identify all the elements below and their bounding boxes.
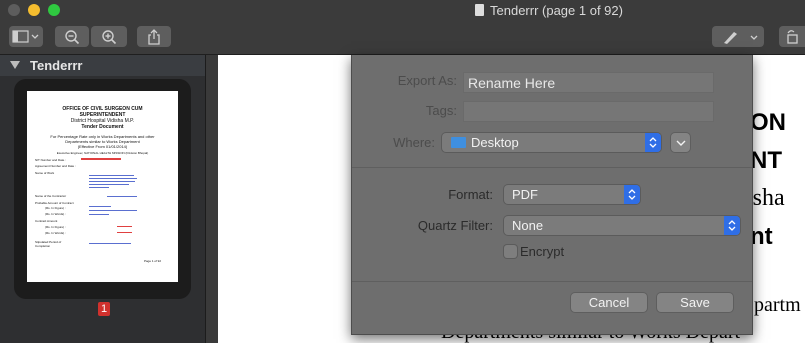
zoom-out-button[interactable] [55,26,89,47]
thumb-field: NIT Number and Date : [35,158,66,162]
thumb-red-text [117,226,132,227]
popup-stepper-icon [645,133,661,152]
thumb-field: (Rs. In Words) : [45,231,66,235]
tags-label: Tags: [425,103,457,118]
save-button[interactable]: Save [657,293,733,312]
doc-text: partm [754,294,801,316]
encrypt-checkbox[interactable] [504,245,517,258]
thumb-red-text [117,232,132,233]
zoom-in-button[interactable] [91,26,127,47]
rotate-button[interactable] [779,26,805,47]
window-title-text: Tenderrr (page 1 of 92) [490,3,623,18]
folder-icon [451,137,466,148]
thumbnail-sidebar: Tenderrr OFFICE OF CIVIL SURGEON CUM SUP… [0,55,206,343]
thumb-line: (Effective From 01/01/2014) [77,144,128,149]
close-window-button[interactable] [8,4,20,16]
quartz-filter-popup[interactable]: None [504,216,740,235]
thumb-line: Tender Document [81,124,124,130]
export-as-value: Rename Here [468,75,556,91]
rotate-icon [787,30,798,44]
thumb-blue-text [107,196,137,197]
thumb-field: Completion [35,244,51,248]
export-as-label: Export As: [397,73,457,88]
thumb-field: (Rs. In Figure) : [45,225,66,229]
format-popup[interactable]: PDF [504,185,640,204]
where-label: Where: [393,135,435,150]
document-icon [475,4,484,16]
format-value: PDF [512,187,538,202]
thumb-blue-text [89,210,137,211]
quartz-filter-label: Quartz Filter: [417,218,493,233]
export-dialog: Export As: Rename Here Tags: Where: Desk… [351,55,753,335]
separator [352,167,752,168]
doc-text: nt [750,223,773,250]
zoom-window-button[interactable] [48,4,60,16]
thumb-footer: Page 1 of 92 [144,259,162,263]
page-number-badge: 1 [98,302,110,316]
quartz-filter-value: None [512,218,544,233]
page-thumbnail[interactable]: OFFICE OF CIVIL SURGEON CUM SUPERINTENDE… [14,79,191,299]
cancel-button[interactable]: Cancel [571,293,647,312]
thumbnail-page[interactable]: OFFICE OF CIVIL SURGEON CUM SUPERINTENDE… [27,91,178,282]
thumb-field: Probable Amount of Contract [35,201,74,205]
thumb-line: Executive Engineer, NATIONAL HEALTH MISS… [56,151,149,155]
sidebar-toggle-icon [12,30,39,43]
thumb-red-text [81,158,121,160]
thumb-field: (Rs. In Figure) : [45,206,66,210]
thumb-blue-text [89,214,109,215]
tags-field[interactable] [463,101,714,122]
thumb-blue-text [89,187,109,188]
where-popup[interactable]: Desktop [442,133,661,152]
expand-location-button[interactable] [671,133,690,152]
sidebar-header[interactable]: Tenderrr [0,55,205,76]
share-button[interactable] [137,26,171,47]
sidebar-view-button[interactable] [9,26,43,47]
where-value: Desktop [471,135,519,150]
markup-button[interactable] [712,26,764,47]
thumb-blue-text [89,184,129,185]
window-title: Tenderrr (page 1 of 92) [475,3,623,18]
thumb-field: Name of Work [35,171,55,175]
title-bar: Tenderrr (page 1 of 92) [0,0,805,21]
sidebar-document-title: Tenderrr [30,58,83,73]
popup-stepper-icon [624,185,640,204]
zoom-in-icon [102,29,117,44]
thumb-blue-text [89,206,111,207]
thumb-field: (Rs. In Words) : [45,212,66,216]
export-as-field[interactable]: Rename Here [463,72,714,93]
markup-pen-icon [724,31,758,44]
minimize-window-button[interactable] [28,4,40,16]
format-label: Format: [448,187,493,202]
disclosure-triangle-icon[interactable] [10,61,20,69]
popup-stepper-icon [724,216,740,235]
thumb-blue-text [89,178,137,179]
thumb-field: Contract Amount [35,219,58,223]
thumb-blue-text [89,243,131,244]
share-icon [148,28,160,45]
zoom-out-icon [65,29,80,44]
thumb-blue-text [89,175,134,176]
thumb-field: Name of the Contractor [35,194,67,198]
toolbar [0,21,805,55]
thumb-field: Agreement Number and Date : [35,164,76,168]
encrypt-label: Encrypt [520,244,565,259]
chevron-down-icon [676,140,685,146]
separator [352,281,752,282]
thumb-blue-text [89,181,135,182]
